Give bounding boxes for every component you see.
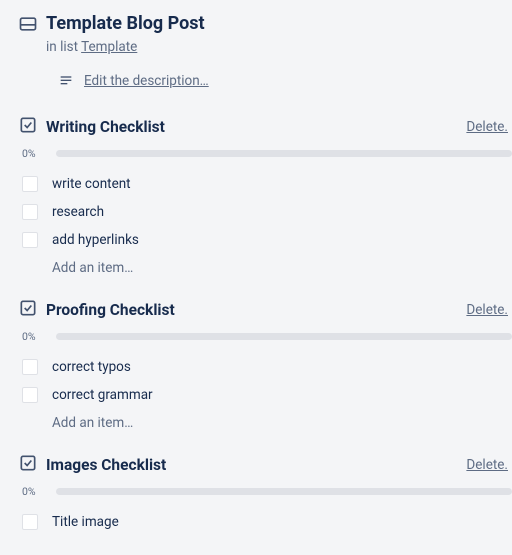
checklist-items: Title image [0,508,512,536]
add-item-link[interactable]: Add an item… [0,415,512,431]
checkbox[interactable] [22,514,38,530]
item-label: write content [52,176,131,192]
checklist: Writing Checklist Delete. 0% write conte… [0,115,512,276]
card-icon [18,12,46,34]
item-label: correct typos [52,359,131,375]
description-icon [58,73,74,89]
delete-checklist-link[interactable]: Delete. [466,302,508,318]
card-detail: Template Blog Post in list Template Edit… [0,0,512,536]
delete-checklist-link[interactable]: Delete. [466,119,508,135]
card-subtitle: in list Template [0,39,512,55]
checklist-item[interactable]: add hyperlinks [22,226,512,254]
progress-bar [56,150,512,157]
checklist: Images Checklist Delete. 0% Title image [0,453,512,536]
progress-bar [56,488,512,495]
progress-percent: 0% [22,147,52,160]
checklist-title[interactable]: Images Checklist [46,456,466,474]
checklist-title[interactable]: Writing Checklist [46,118,466,136]
progress-row: 0% [0,147,512,160]
checklist-icon [18,298,46,322]
description-row[interactable]: Edit the description… [0,73,512,89]
progress-percent: 0% [22,485,52,498]
progress-row: 0% [0,485,512,498]
card-header: Template Blog Post [0,12,512,35]
progress-percent: 0% [22,330,52,343]
checklist-items: write content research add hyperlinks [0,170,512,254]
item-label: research [52,204,104,220]
checkbox[interactable] [22,359,38,375]
item-label: Title image [52,514,119,530]
checklist-items: correct typos correct grammar [0,353,512,409]
checkbox[interactable] [22,204,38,220]
checklist-item[interactable]: research [22,198,512,226]
progress-bar [56,333,512,340]
checklist-icon [18,453,46,477]
checklist-icon [18,115,46,139]
checklist-header: Writing Checklist Delete. [0,115,512,139]
list-name-link[interactable]: Template [81,39,137,55]
checkbox[interactable] [22,387,38,403]
checkbox[interactable] [22,232,38,248]
delete-checklist-link[interactable]: Delete. [466,457,508,473]
checklist-item[interactable]: write content [22,170,512,198]
item-label: correct grammar [52,387,153,403]
checklist-item[interactable]: correct grammar [22,381,512,409]
in-list-prefix: in list [46,39,81,55]
card-title[interactable]: Template Blog Post [46,12,205,35]
item-label: add hyperlinks [52,232,139,248]
checklist-header: Proofing Checklist Delete. [0,298,512,322]
checkbox[interactable] [22,176,38,192]
checklist: Proofing Checklist Delete. 0% correct ty… [0,298,512,431]
checklist-title[interactable]: Proofing Checklist [46,301,466,319]
edit-description-link[interactable]: Edit the description… [84,73,209,89]
checklist-header: Images Checklist Delete. [0,453,512,477]
progress-row: 0% [0,330,512,343]
checklist-item[interactable]: correct typos [22,353,512,381]
add-item-link[interactable]: Add an item… [0,260,512,276]
checklist-item[interactable]: Title image [22,508,512,536]
